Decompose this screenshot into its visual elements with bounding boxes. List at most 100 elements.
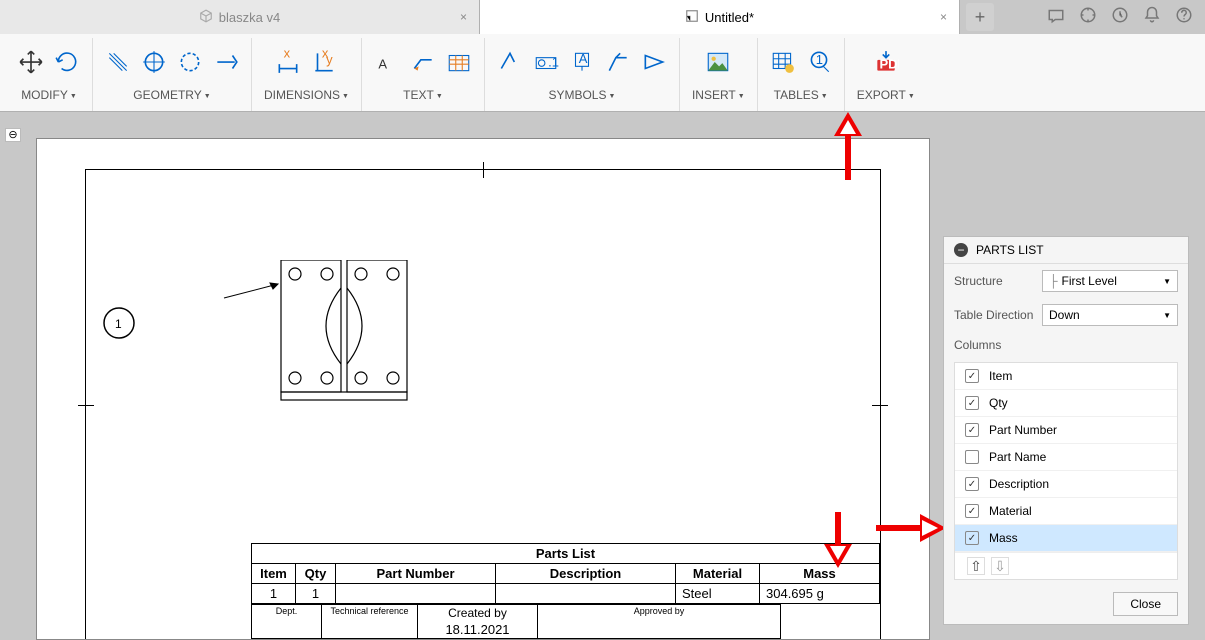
column-item[interactable]: Part Name <box>955 444 1177 471</box>
move-icon[interactable] <box>18 49 44 75</box>
checkbox-icon[interactable]: ✓ <box>965 531 979 545</box>
ribbon-insert: INSERT▼ <box>680 38 758 111</box>
panel-title: PARTS LIST <box>976 243 1044 257</box>
help-icon[interactable] <box>1175 6 1193 29</box>
svg-text:PDF: PDF <box>879 57 899 72</box>
text-icon[interactable]: A <box>374 49 400 75</box>
close-button[interactable]: Close <box>1113 592 1178 616</box>
job-status-icon[interactable] <box>1111 6 1129 29</box>
table-header: Part Number <box>336 564 496 584</box>
move-down-button[interactable]: ⇩ <box>991 557 1009 575</box>
ribbon-dimensions: x xy DIMENSIONS▼ <box>252 38 362 111</box>
move-up-button[interactable]: ⇧ <box>967 557 985 575</box>
new-tab-button[interactable]: + <box>966 3 994 31</box>
ordinate-icon[interactable]: xy <box>311 49 337 75</box>
title-block-created: Created by18.11.2021 <box>418 605 538 639</box>
surface-icon[interactable] <box>497 49 523 75</box>
tab-title: Untitled* <box>705 10 754 25</box>
checkbox-icon[interactable]: ✓ <box>965 504 979 518</box>
ribbon-label[interactable]: EXPORT▼ <box>857 88 915 102</box>
collapse-icon[interactable]: − <box>954 243 968 257</box>
extensions-icon[interactable] <box>1079 6 1097 29</box>
ribbon: MODIFY▼ GEOMETRY▼ x xy DIMENSIONS▼ A <box>0 34 1205 112</box>
column-item[interactable]: ✓Item <box>955 363 1177 390</box>
pdf-icon[interactable]: PDF <box>873 49 899 75</box>
part-view <box>186 260 446 420</box>
title-block-techref: Technical reference <box>322 605 418 639</box>
drawing-icon <box>685 9 699 26</box>
ribbon-label[interactable]: TABLES▼ <box>774 88 828 102</box>
edge-icon[interactable] <box>213 49 239 75</box>
datum-icon[interactable]: A <box>569 49 595 75</box>
svg-text:1: 1 <box>115 317 122 331</box>
cube-icon <box>199 9 213 26</box>
table-header: Mass <box>760 564 880 584</box>
structure-select[interactable]: ├First Level ▼ <box>1042 270 1178 292</box>
notification-icon[interactable] <box>1143 6 1161 29</box>
ribbon-label[interactable]: GEOMETRY▼ <box>133 88 210 102</box>
ribbon-label[interactable]: TEXT▼ <box>403 88 443 102</box>
direction-row: Table Direction Down ▼ <box>944 298 1188 332</box>
circle-center-icon[interactable] <box>141 49 167 75</box>
structure-label: Structure <box>954 274 1034 288</box>
ribbon-label[interactable]: MODIFY▼ <box>21 88 77 102</box>
column-item[interactable]: ✓Mass <box>955 525 1177 552</box>
comments-icon[interactable] <box>1047 6 1065 29</box>
table-text-icon[interactable] <box>446 49 472 75</box>
ribbon-label[interactable]: INSERT▼ <box>692 88 745 102</box>
drawing-sheet[interactable]: 1 Parts List Item Qty Part Number Descri… <box>36 138 930 640</box>
title-block-dept: Dept. <box>252 605 322 639</box>
weld-icon[interactable] <box>605 49 631 75</box>
checkbox-icon[interactable]: ✓ <box>965 396 979 410</box>
columns-list: ✓Item ✓Qty ✓Part Number Part Name ✓Descr… <box>954 362 1178 580</box>
table-icon[interactable] <box>770 49 796 75</box>
structure-row: Structure ├First Level ▼ <box>944 264 1188 298</box>
image-icon[interactable] <box>705 49 731 75</box>
tab-active[interactable]: Untitled* × <box>480 0 960 34</box>
checkbox-icon[interactable]: ✓ <box>965 369 979 383</box>
direction-select[interactable]: Down ▼ <box>1042 304 1178 326</box>
document-tabs: blaszka v4 × Untitled* × + <box>0 0 1205 34</box>
svg-text:x: x <box>284 49 291 61</box>
close-icon[interactable]: × <box>936 10 951 24</box>
gdt-icon[interactable]: .1 <box>533 49 559 75</box>
parts-list-panel: − PARTS LIST Structure ├First Level ▼ Ta… <box>943 236 1189 625</box>
chevron-down-icon: ▼ <box>1163 311 1171 320</box>
collapse-toggle[interactable]: ⊖ <box>5 128 21 142</box>
column-item[interactable]: ✓Material <box>955 498 1177 525</box>
svg-text:.1: .1 <box>548 54 559 69</box>
svg-text:y: y <box>327 52 334 67</box>
top-right-toolbar <box>1035 0 1205 34</box>
table-header: Material <box>676 564 760 584</box>
columns-label-row: Columns <box>944 332 1188 358</box>
column-item[interactable]: ✓Description <box>955 471 1177 498</box>
ribbon-geometry: GEOMETRY▼ <box>93 38 252 111</box>
dimension-icon[interactable]: x <box>275 49 301 75</box>
rotate-icon[interactable] <box>54 49 80 75</box>
checkbox-icon[interactable] <box>965 450 979 464</box>
checkbox-icon[interactable]: ✓ <box>965 477 979 491</box>
columns-label: Columns <box>954 338 1034 352</box>
tree-icon: ├ <box>1049 274 1058 288</box>
chevron-down-icon: ▼ <box>1163 277 1171 286</box>
close-icon[interactable]: × <box>456 10 471 24</box>
ribbon-modify: MODIFY▼ <box>6 38 93 111</box>
column-item[interactable]: ✓Qty <box>955 390 1177 417</box>
tab-inactive[interactable]: blaszka v4 × <box>0 0 480 34</box>
svg-text:1: 1 <box>815 52 822 67</box>
balloon-callout: 1 <box>101 305 137 344</box>
line-icon[interactable] <box>105 49 131 75</box>
parts-list-title: Parts List <box>252 544 880 564</box>
parts-list-table: Parts List Item Qty Part Number Descript… <box>251 543 880 639</box>
checkbox-icon[interactable]: ✓ <box>965 423 979 437</box>
leader-icon[interactable] <box>410 49 436 75</box>
balloon-tool-icon[interactable]: 1 <box>806 49 832 75</box>
column-item[interactable]: ✓Part Number <box>955 417 1177 444</box>
circle-icon[interactable] <box>177 49 203 75</box>
table-header: Qty <box>296 564 336 584</box>
taper-icon[interactable] <box>641 49 667 75</box>
ribbon-label[interactable]: DIMENSIONS▼ <box>264 88 349 102</box>
ribbon-label[interactable]: SYMBOLS▼ <box>548 88 615 102</box>
ribbon-export: PDF EXPORT▼ <box>845 38 927 111</box>
tab-title: blaszka v4 <box>219 10 280 25</box>
